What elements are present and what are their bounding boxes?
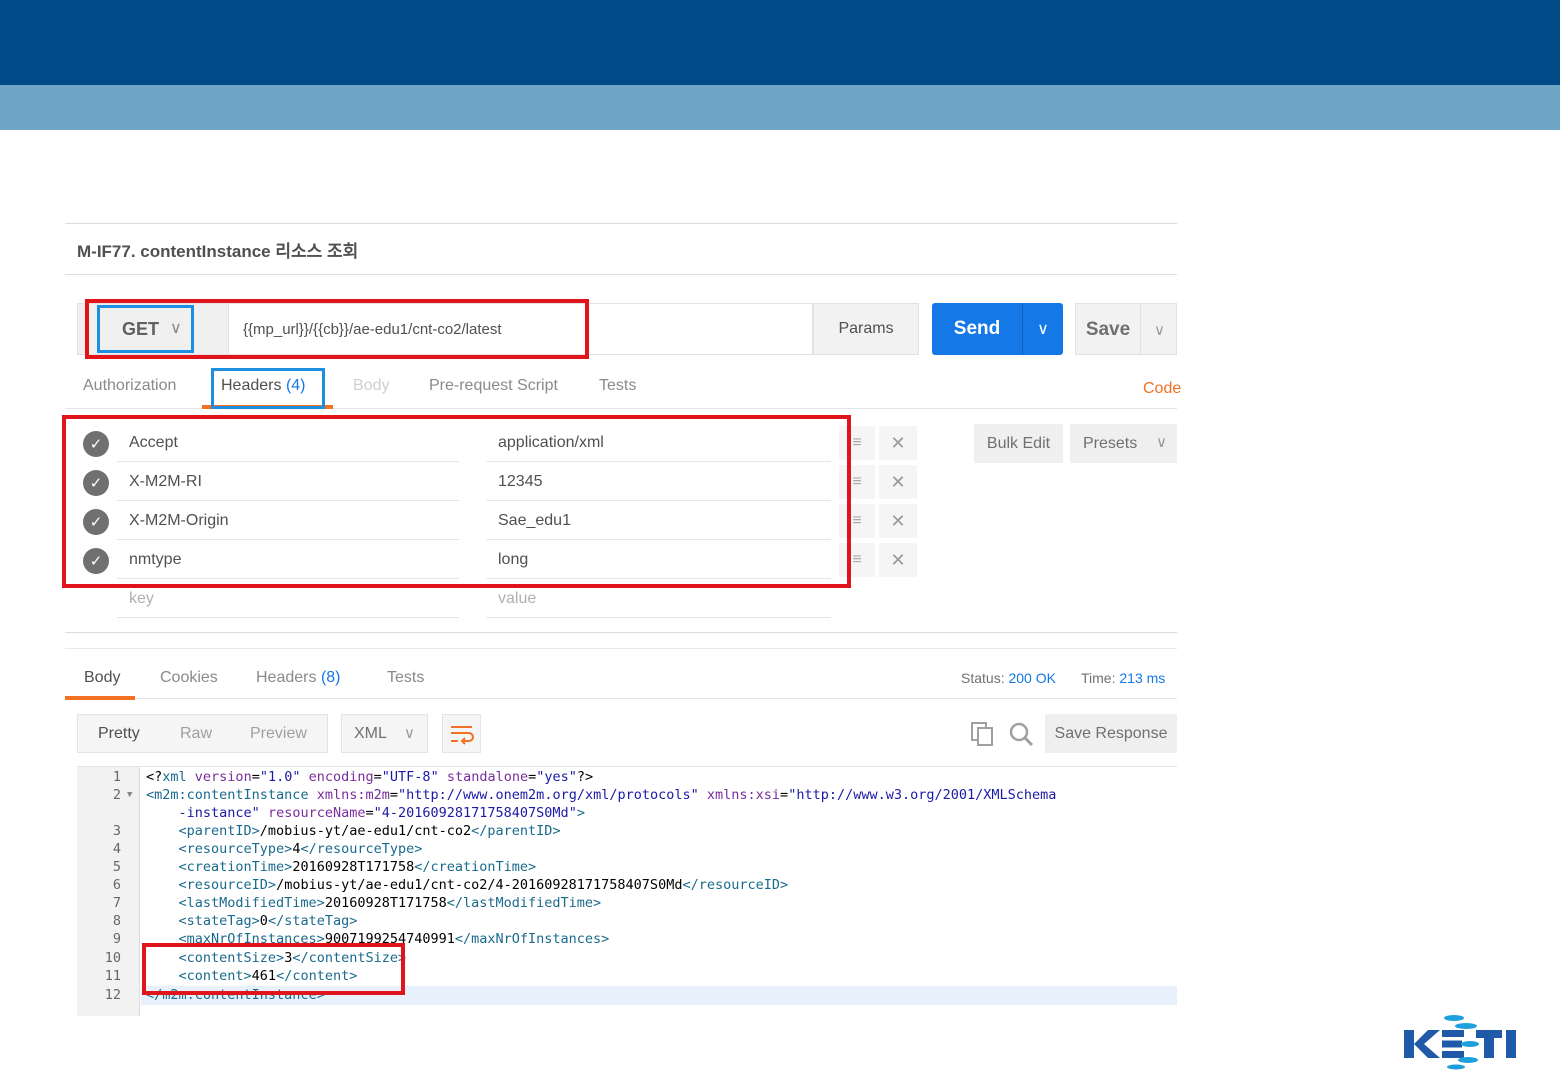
tab-response-headers[interactable]: Headers (8) (256, 669, 341, 687)
section-divider (65, 632, 1177, 633)
time-readout: Time: 213 ms (1081, 670, 1165, 686)
postman-panel: M-IF77. contentInstance 리소스 조회 GET ∨ {{m… (62, 223, 1181, 1016)
view-preview[interactable]: Preview (250, 725, 307, 743)
tab-body[interactable]: Body (353, 377, 389, 395)
code-line: <resourceType>4</resourceType> (178, 841, 423, 857)
wrap-lines-button[interactable] (442, 714, 481, 753)
tab-tests[interactable]: Tests (599, 377, 636, 395)
tab-authorization[interactable]: Authorization (83, 377, 176, 395)
presets-label: Presets (1083, 434, 1138, 452)
save-button[interactable]: Save ∨ (1075, 303, 1178, 356)
code-line: <resourceID>/mobius-yt/ae-edu1/cnt-co2/4… (178, 877, 789, 893)
focus-box-method (97, 305, 194, 353)
response-tabs: Body Cookies Headers (8) Tests Status: 2… (65, 648, 1177, 700)
line-number: 11 (104, 968, 121, 984)
delete-icon[interactable]: ✕ (879, 465, 917, 499)
copy-icon[interactable] (970, 721, 994, 747)
code-line: <m2m:contentInstance xmlns:m2m="http://w… (146, 787, 1057, 803)
focus-box-headers-tab (211, 368, 325, 409)
format-label: XML (354, 724, 387, 742)
send-label: Send (953, 318, 1001, 339)
save-label: Save (1085, 319, 1131, 340)
tab-response-tests[interactable]: Tests (387, 669, 424, 687)
send-options-chevron-icon[interactable]: ∨ (1023, 303, 1063, 355)
send-button[interactable]: Send ∨ (932, 303, 1063, 355)
line-number: 4 (112, 841, 121, 857)
code-line: <stateTag>0</stateTag> (178, 913, 358, 929)
root-tag: m2m:contentInstance (154, 787, 309, 803)
last-modified-time-value: 20160928T171758 (324, 895, 447, 911)
tab-cookies[interactable]: Cookies (160, 669, 218, 687)
xml-standalone: "yes" (536, 769, 577, 785)
line-number: 5 (112, 859, 121, 875)
line-number: 8 (112, 913, 121, 929)
highlight-box-content (142, 943, 405, 995)
delete-icon[interactable]: ✕ (879, 504, 917, 538)
tab-response-headers-count: (8) (320, 669, 341, 686)
chevron-down-icon: ∨ (404, 725, 415, 742)
xml-encoding: "UTF-8" (381, 769, 439, 785)
xmlns-m2m: "http://www.onem2m.org/xml/protocols" (398, 787, 699, 803)
active-tab-indicator (65, 696, 135, 700)
tab-response-body[interactable]: Body (84, 669, 120, 687)
time-label: Time: (1081, 670, 1116, 686)
time-value: 213 ms (1119, 670, 1166, 686)
params-button[interactable]: Params (813, 303, 919, 355)
line-number: 2 (112, 787, 121, 803)
status-value: 200 OK (1008, 670, 1056, 686)
code-line: -instance" resourceName="4-2016092817175… (178, 805, 585, 821)
tab-response-headers-label: Headers (256, 669, 317, 686)
delete-icon[interactable]: ✕ (879, 426, 917, 460)
presets-dropdown[interactable]: Presets ∨ (1070, 424, 1177, 463)
resource-id-value: /mobius-yt/ae-edu1/cnt-co2/4-20160928171… (276, 877, 683, 893)
header-band (0, 0, 1560, 85)
fold-toggle-icon[interactable]: ▼ (127, 790, 132, 800)
status-readout: Status: 200 OK (961, 670, 1056, 686)
bulk-edit-button[interactable]: Bulk Edit (974, 424, 1063, 463)
search-icon[interactable] (1008, 721, 1034, 747)
code-line: <creationTime>20160928T171758</creationT… (178, 859, 537, 875)
tab-prerequest-script[interactable]: Pre-request Script (429, 377, 558, 395)
view-mode-group: Pretty Raw Preview (77, 714, 328, 753)
highlight-box-headers (62, 415, 851, 588)
resource-name: "4-20160928171758407S0Md" (373, 805, 577, 821)
page-title: M-IF77. contentInstance 리소스 조회 (65, 223, 1177, 275)
line-number: 10 (104, 950, 121, 966)
view-raw[interactable]: Raw (180, 725, 212, 743)
xml-version: "1.0" (259, 769, 301, 785)
line-number: 3 (112, 823, 121, 839)
format-select[interactable]: XML ∨ (341, 714, 428, 753)
save-options-chevron-icon[interactable]: ∨ (1140, 304, 1178, 356)
state-tag-value: 0 (259, 913, 268, 929)
line-number: 7 (112, 895, 121, 911)
save-response-button[interactable]: Save Response (1045, 714, 1177, 753)
code-line: <lastModifiedTime>20160928T171758</lastM… (178, 895, 602, 911)
line-number: 12 (104, 987, 121, 1003)
line-number: 9 (112, 931, 121, 947)
wrap-lines-icon (451, 726, 474, 745)
code-line: <parentID>/mobius-yt/ae-edu1/cnt-co2</pa… (178, 823, 561, 839)
code-line: <?xml version="1.0" encoding="UTF-8" sta… (146, 769, 594, 785)
view-pretty[interactable]: Pretty (98, 725, 140, 743)
sub-header-band (0, 85, 1560, 130)
code-link[interactable]: Code (1143, 380, 1181, 398)
line-number: 6 (112, 877, 121, 893)
xmlns-xsi: "http://www.w3.org/2001/XMLSchema (788, 787, 1057, 803)
creation-time-value: 20160928T171758 (292, 859, 415, 875)
delete-icon[interactable]: ✕ (879, 543, 917, 577)
keti-logo (1404, 1015, 1516, 1070)
parent-id-value: /mobius-yt/ae-edu1/cnt-co2 (259, 823, 472, 839)
chevron-down-icon: ∨ (1156, 434, 1167, 451)
line-number-gutter: 1 2 ▼ 3 4 5 6 7 8 9 10 11 12 (77, 767, 140, 1016)
status-label: Status: (961, 670, 1005, 686)
line-number: 1 (112, 769, 121, 785)
xmlns-xsi-continued: -instance" (178, 805, 260, 821)
